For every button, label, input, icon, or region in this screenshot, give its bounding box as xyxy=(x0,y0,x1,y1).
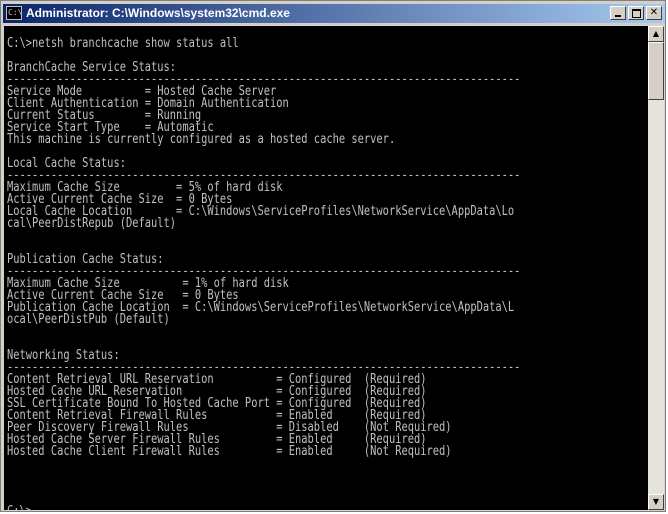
maximize-icon xyxy=(632,9,641,18)
close-icon: ✕ xyxy=(649,7,659,18)
console-line: C:\>netsh branchcache show status all xyxy=(7,36,239,51)
console-output[interactable]: C:\>netsh branchcache show status all Br… xyxy=(4,26,648,510)
arrow-down-icon: ▼ xyxy=(652,497,660,506)
window-title: Administrator: C:\Windows\system32\cmd.e… xyxy=(26,6,290,20)
console-line: ocal\PeerDistPub (Default) xyxy=(7,312,170,327)
console-line: Hosted Cache Client Firewall Rules = Ena… xyxy=(7,444,452,459)
scroll-thumb[interactable] xyxy=(648,42,664,100)
minimize-button[interactable] xyxy=(610,6,626,20)
cmd-window: C:\ Administrator: C:\Windows\system32\c… xyxy=(0,0,666,512)
maximize-button[interactable] xyxy=(628,6,644,20)
close-button[interactable]: ✕ xyxy=(646,6,662,20)
minimize-icon xyxy=(615,15,621,17)
console-line: cal\PeerDistRepub (Default) xyxy=(7,216,177,231)
console-line: This machine is currently configured as … xyxy=(7,132,396,147)
cmd-app-icon[interactable]: C:\ xyxy=(6,6,22,20)
console-prompt[interactable]: C:\> xyxy=(7,504,32,510)
arrow-up-icon: ▲ xyxy=(652,29,660,38)
console-text: C:\>netsh branchcache show status all Br… xyxy=(7,36,520,510)
vertical-scrollbar[interactable]: ▲ ▼ xyxy=(648,26,664,510)
scroll-down-button[interactable]: ▼ xyxy=(648,494,664,510)
scroll-up-button[interactable]: ▲ xyxy=(648,26,664,42)
title-bar[interactable]: C:\ Administrator: C:\Windows\system32\c… xyxy=(3,4,665,23)
